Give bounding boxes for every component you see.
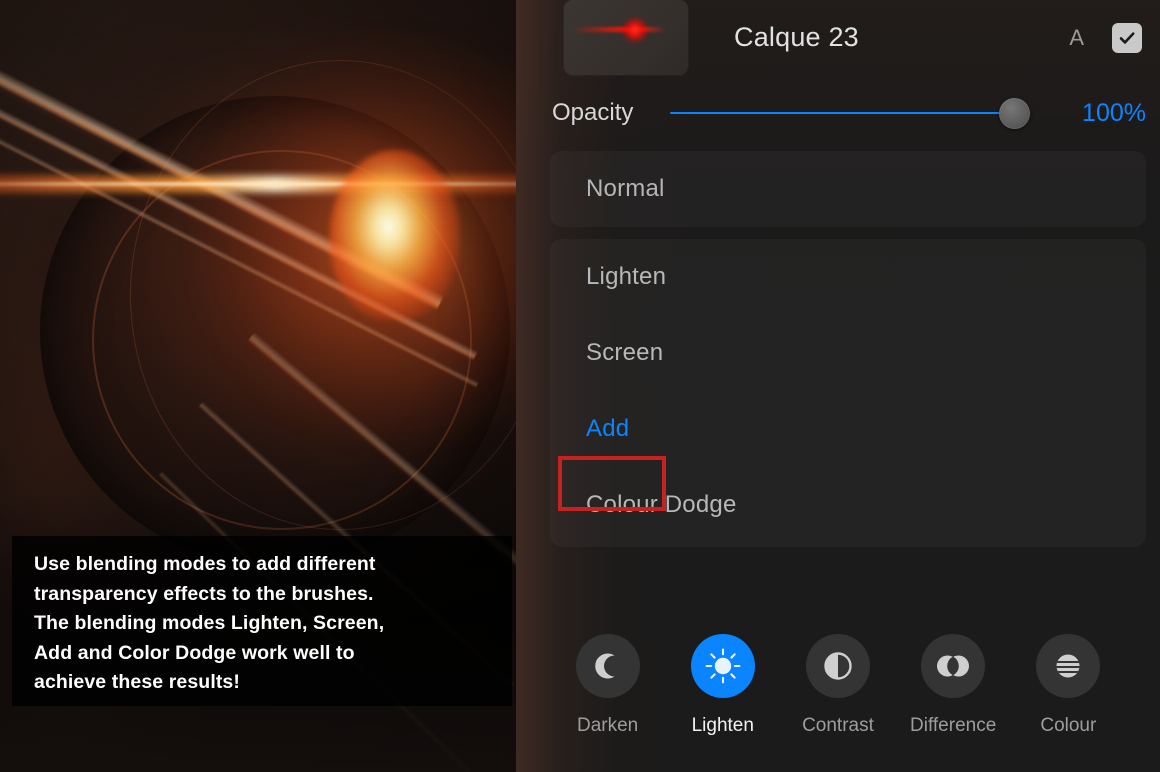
striped-circle-icon <box>1052 650 1084 682</box>
blend-mode-list: Lighten Screen Add Colour Dodge <box>550 239 1146 547</box>
blend-mode-item-colour-dodge[interactable]: Colour Dodge <box>550 467 1146 543</box>
layer-visibility-checkbox[interactable] <box>1112 22 1142 53</box>
tutorial-caption-text: Use blending modes to add different tran… <box>34 553 385 693</box>
blend-category-lighten[interactable]: Lighten <box>667 634 779 737</box>
app-root: Use blending modes to add different tran… <box>0 0 1160 772</box>
blend-category-colour-label: Colour <box>1040 715 1097 736</box>
blend-category-difference-button[interactable] <box>921 634 986 698</box>
blend-category-difference[interactable]: Difference <box>897 634 1009 737</box>
canvas-artwork[interactable]: Use blending modes to add different tran… <box>0 0 516 772</box>
layer-settings-panel: Calque 23 A Opacity 100% Normal Lighten … <box>516 0 1160 772</box>
blend-category-contrast-button[interactable] <box>805 634 870 698</box>
blend-category-colour[interactable]: Colour <box>1012 634 1124 737</box>
layer-thumbnail[interactable] <box>564 0 688 75</box>
blend-mode-item-screen[interactable]: Screen <box>550 315 1146 391</box>
blend-category-lighten-label: Lighten <box>691 715 754 736</box>
blend-category-colour-button[interactable] <box>1036 634 1101 698</box>
layer-thumbnail-flare-line <box>572 27 666 32</box>
opacity-row: Opacity 100% <box>516 75 1160 151</box>
layer-header-row[interactable]: Calque 23 A <box>516 0 1160 75</box>
moon-icon <box>591 649 625 683</box>
opacity-value-label: 100% <box>1082 98 1146 127</box>
blend-category-darken-label: Darken <box>576 715 639 736</box>
blend-mode-item-lighten[interactable]: Lighten <box>550 239 1146 315</box>
blend-category-lighten-button[interactable] <box>690 634 755 698</box>
alpha-lock-label[interactable]: A <box>1069 25 1084 51</box>
blend-category-contrast-label: Contrast <box>802 715 874 736</box>
checkmark-icon <box>1117 28 1137 48</box>
tutorial-caption-box: Use blending modes to add different tran… <box>12 536 512 706</box>
half-circle-icon <box>821 649 855 683</box>
blend-mode-item-normal[interactable]: Normal <box>550 151 1146 227</box>
opacity-label: Opacity <box>552 99 634 126</box>
blend-mode-item-add[interactable]: Add <box>550 391 1146 467</box>
current-blend-mode-group[interactable]: Normal <box>550 151 1146 227</box>
sun-icon <box>704 647 742 685</box>
layer-thumbnail-flare-dot <box>622 18 648 42</box>
blend-category-darken-button[interactable] <box>575 634 640 698</box>
blend-category-contrast[interactable]: Contrast <box>782 634 894 737</box>
layer-name-label[interactable]: Calque 23 <box>734 22 1069 53</box>
blend-category-bar: Darken Lighten Contrast Difference Colou… <box>516 620 1160 772</box>
opacity-slider-track[interactable] <box>670 112 1012 114</box>
opacity-slider-knob[interactable] <box>999 97 1030 129</box>
blend-category-darken[interactable]: Darken <box>552 634 664 737</box>
blend-category-difference-label: Difference <box>910 715 997 736</box>
opacity-slider[interactable] <box>670 96 1046 130</box>
overlapping-circles-icon <box>935 651 971 681</box>
